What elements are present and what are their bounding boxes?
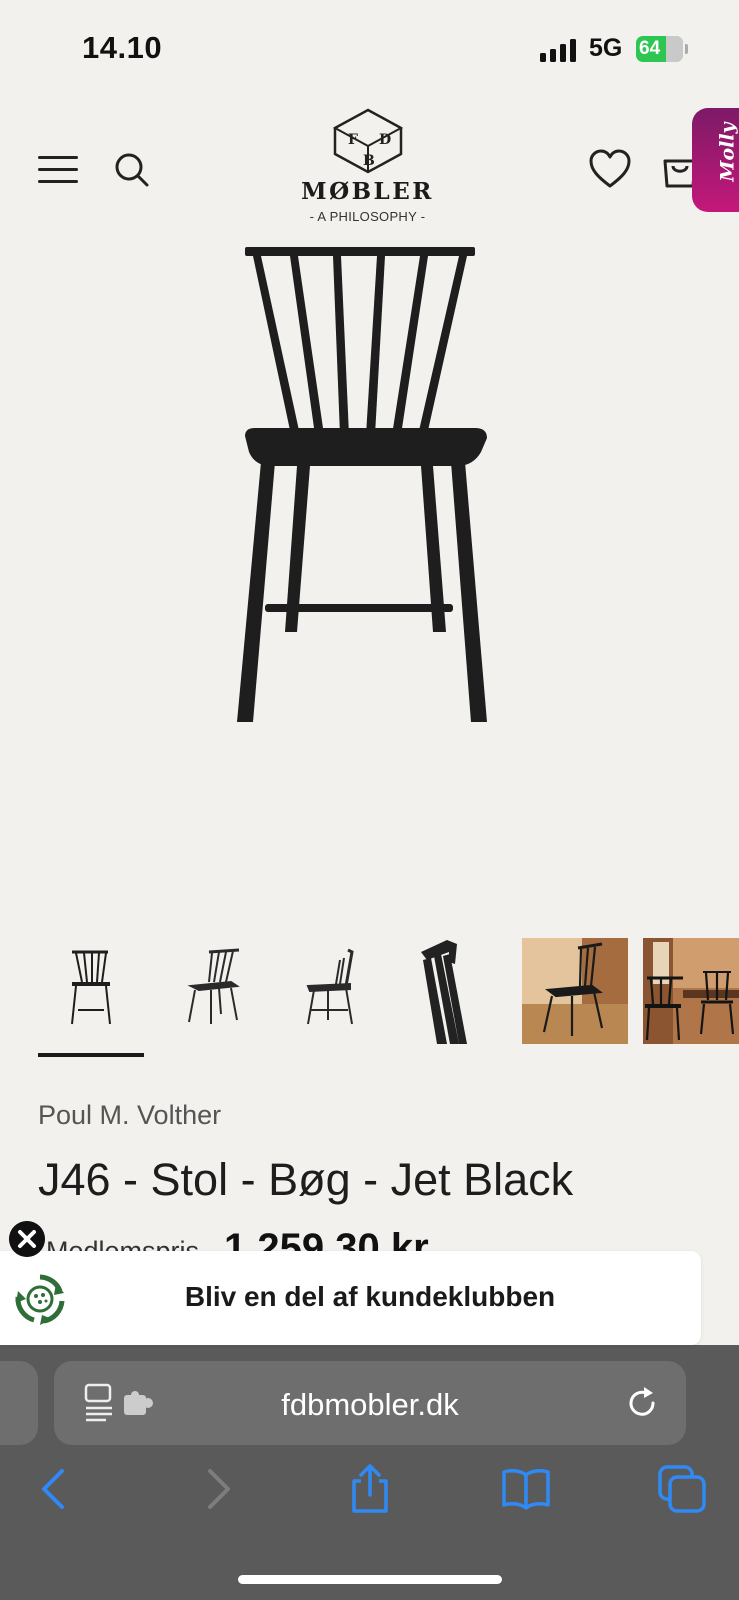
browser-toolbar: fdbmobler.dk	[0, 1345, 739, 1600]
home-indicator	[238, 1575, 502, 1584]
product-image[interactable]	[225, 240, 515, 740]
chat-widget-tab[interactable]: Molly	[692, 108, 739, 212]
back-icon[interactable]	[30, 1463, 82, 1515]
thumbnail-angled[interactable]	[159, 938, 265, 1044]
logo-mark-icon: F D B	[332, 108, 403, 174]
thumbnail-side[interactable]	[280, 938, 386, 1044]
club-signup-text: Bliv en del af kundeklubben	[184, 1281, 556, 1312]
thumbnail-detail[interactable]	[401, 938, 507, 1044]
site-logo[interactable]: F D B MØBLER - A PHILOSOPHY -	[295, 108, 440, 233]
thumbnail-selected-indicator	[38, 1053, 144, 1057]
thumbnail-front[interactable]	[38, 938, 144, 1044]
logo-letter-b: B	[363, 153, 375, 169]
price-row: Medlemspris 1.259,30 kr.	[38, 1226, 698, 1252]
search-icon[interactable]	[114, 152, 150, 188]
forward-icon[interactable]	[190, 1463, 242, 1515]
club-signup-banner[interactable]: Bliv en del af kundeklubben	[0, 1251, 701, 1345]
close-icon[interactable]	[9, 1221, 45, 1257]
status-bar: 14.10 5G 64	[0, 0, 739, 100]
product-title: J46 - Stol - Bøg - Jet Black	[38, 1154, 574, 1205]
signal-icon	[540, 38, 576, 62]
product-designer[interactable]: Poul M. Volther	[38, 1100, 221, 1131]
chat-widget-label: Molly	[716, 122, 739, 182]
tabs-icon[interactable]	[656, 1463, 708, 1515]
logo-letter-f: F	[348, 132, 358, 148]
menu-icon[interactable]	[38, 156, 80, 184]
battery-tip	[685, 44, 688, 54]
share-icon[interactable]	[344, 1463, 396, 1515]
battery-icon: 64	[636, 36, 683, 62]
network-label: 5G	[589, 34, 623, 62]
thumbnail-dining[interactable]	[643, 938, 739, 1044]
price-value: 1.259,30 kr.	[224, 1226, 438, 1252]
previous-tab-edge[interactable]	[0, 1361, 38, 1445]
heart-icon[interactable]	[588, 149, 632, 189]
url-text: fdbmobler.dk	[281, 1387, 459, 1422]
reload-icon[interactable]	[626, 1386, 660, 1420]
bookmarks-icon[interactable]	[500, 1463, 552, 1515]
thumbnail-room[interactable]	[522, 938, 628, 1044]
battery-percent: 64	[639, 38, 661, 59]
status-time: 14.10	[82, 30, 163, 65]
price-label: Medlemspris	[46, 1236, 200, 1252]
logo-letter-d: D	[379, 132, 391, 148]
thumbnail-strip	[38, 938, 739, 1048]
logo-tagline: - A PHILOSOPHY -	[309, 209, 426, 224]
logo-name: MØBLER	[301, 178, 434, 205]
address-bar[interactable]: fdbmobler.dk	[54, 1361, 686, 1445]
